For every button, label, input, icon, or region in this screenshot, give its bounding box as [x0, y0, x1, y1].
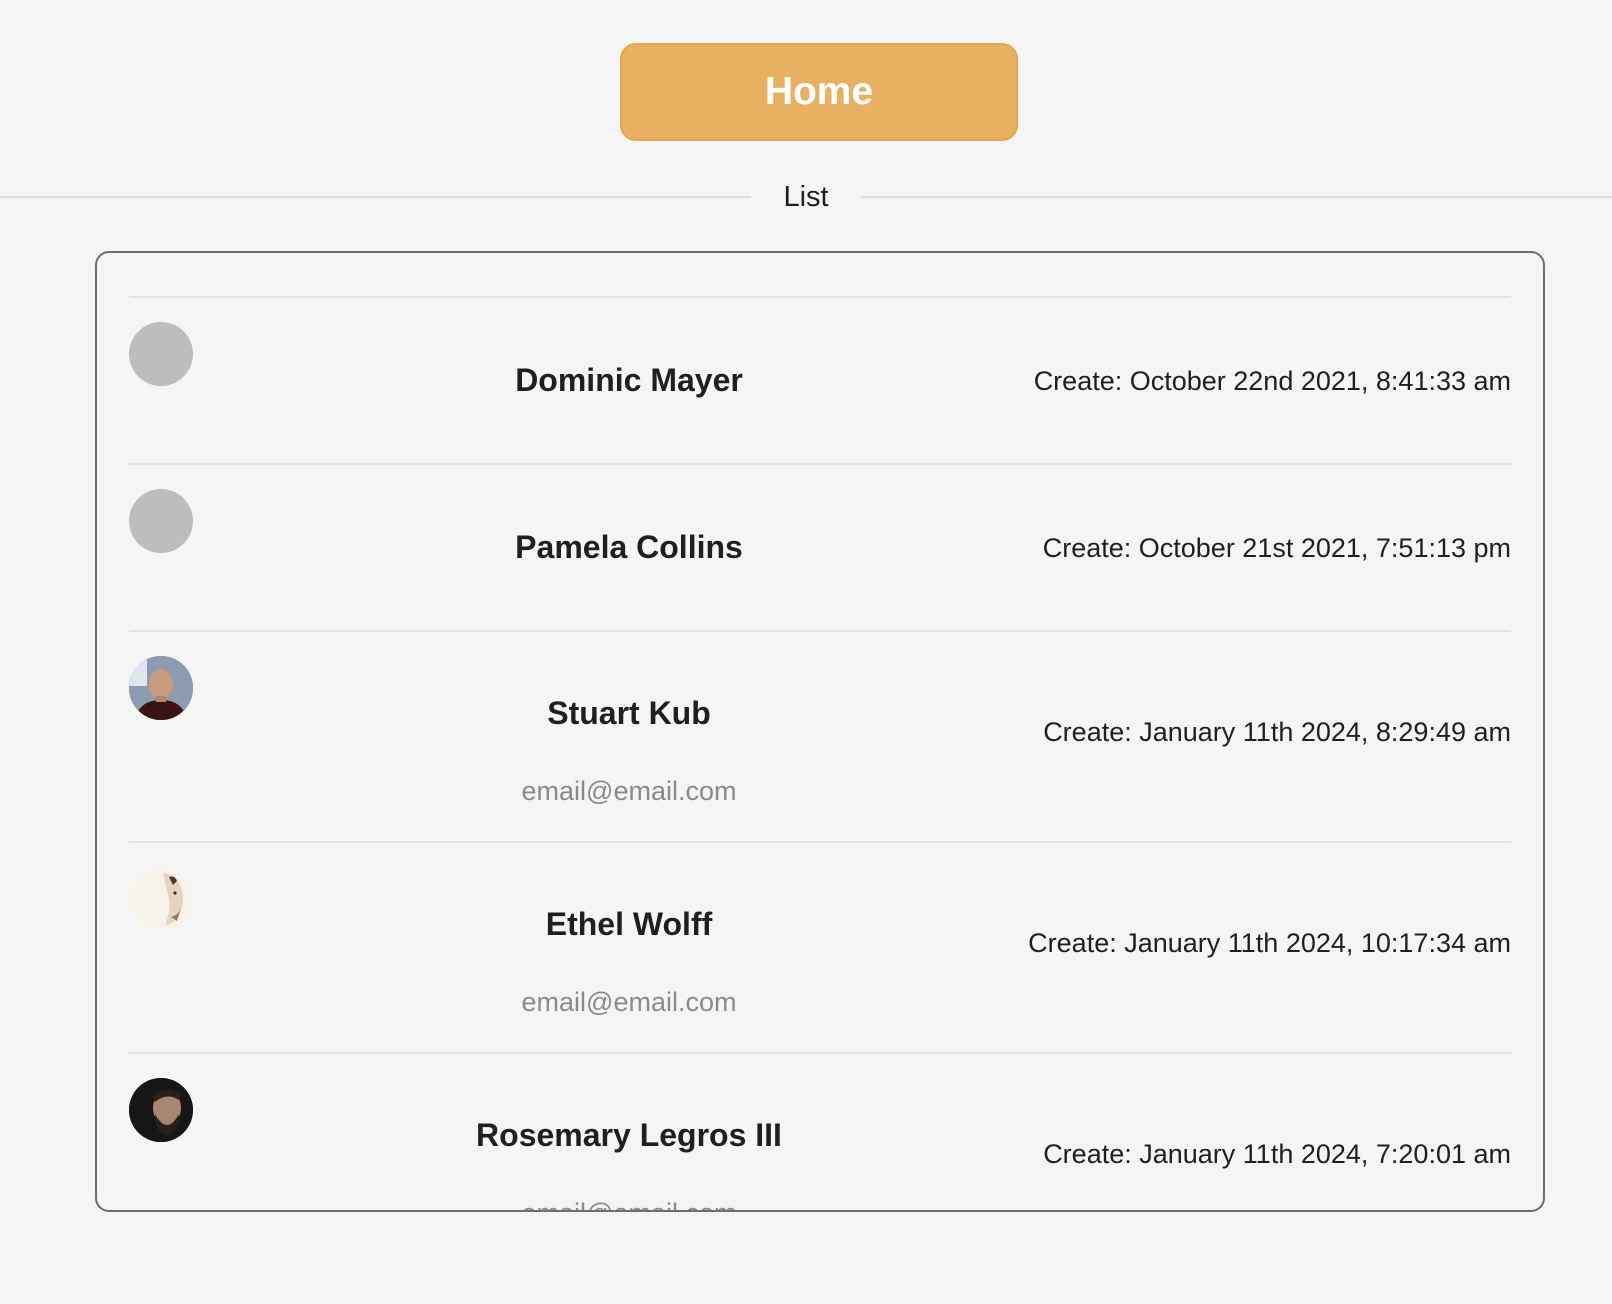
list-item[interactable]: Dominic Mayer Create: October 22nd 2021,…: [129, 296, 1511, 463]
section-divider: List: [0, 175, 1612, 219]
user-name: Ethel Wolff: [545, 906, 713, 942]
home-button[interactable]: Home: [620, 43, 1018, 141]
user-name: Rosemary Legros III: [476, 1117, 782, 1153]
user-email: email@email.com: [521, 987, 737, 1017]
list-item[interactable]: Stuart Kub email@email.com Create: Janua…: [129, 630, 1511, 841]
list-item[interactable]: Ethel Wolff email@email.com Create: Janu…: [129, 841, 1511, 1052]
user-name: Pamela Collins: [515, 529, 743, 565]
divider-line-left: [0, 196, 752, 198]
user-email: email@email.com: [521, 776, 737, 806]
user-name: Stuart Kub: [547, 695, 711, 731]
created-date: Create: October 21st 2021, 7:51:13 pm: [1042, 533, 1511, 563]
user-list[interactable]: Dominic Mayer Create: October 22nd 2021,…: [95, 251, 1545, 1212]
created-date: Create: January 11th 2024, 10:17:34 am: [1028, 928, 1511, 958]
created-date: Create: October 22nd 2021, 8:41:33 am: [1033, 366, 1511, 396]
list-item[interactable]: Rosemary Legros III email@email.com Crea…: [129, 1052, 1511, 1210]
divider-label: List: [783, 180, 829, 213]
user-name: Dominic Mayer: [515, 362, 743, 398]
created-date: Create: January 11th 2024, 7:20:01 am: [1043, 1139, 1511, 1169]
created-date: Create: January 11th 2024, 8:29:49 am: [1043, 717, 1511, 747]
divider-line-right: [860, 196, 1612, 198]
user-email: email@email.com: [129, 1198, 1129, 1210]
list-item[interactable]: Pamela Collins Create: October 21st 2021…: [129, 463, 1511, 630]
